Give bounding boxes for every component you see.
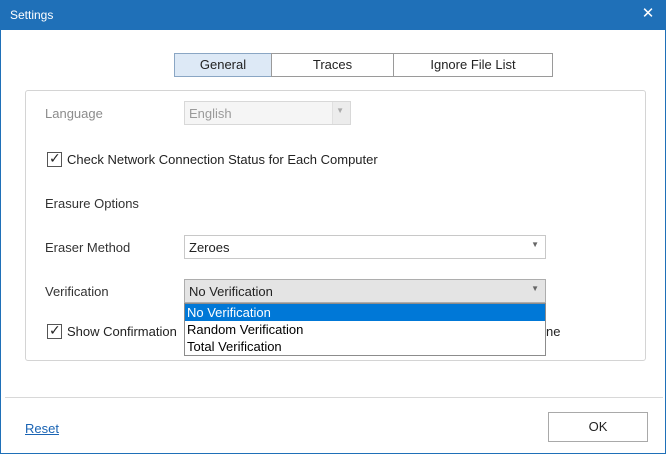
check-icon: ✓	[49, 322, 61, 338]
chevron-down-icon: ▼	[531, 240, 539, 249]
footer-divider	[5, 397, 663, 398]
show-confirmation-label[interactable]: Show Confirmation	[67, 324, 177, 339]
eraser-method-value: Zeroes	[189, 240, 230, 255]
tab-general[interactable]: General	[174, 53, 272, 77]
eraser-method-select[interactable]: Zeroes ▼	[184, 235, 546, 259]
chevron-down-icon: ▼	[531, 284, 539, 293]
option-total-verification[interactable]: Total Verification	[185, 338, 545, 355]
tab-ignore-file-list[interactable]: Ignore File List	[393, 53, 553, 77]
close-icon[interactable]: ✕	[639, 5, 657, 23]
eraser-method-label: Eraser Method	[45, 240, 131, 255]
erasure-options-heading: Erasure Options	[45, 196, 139, 211]
title-bar: Settings ✕	[1, 1, 665, 30]
reset-link[interactable]: Reset	[25, 421, 59, 436]
check-network-checkbox[interactable]: ✓	[47, 150, 62, 167]
window-title: Settings	[10, 8, 54, 22]
language-value: English	[189, 106, 232, 121]
verification-label: Verification	[45, 284, 109, 299]
ok-button[interactable]: OK	[548, 412, 648, 442]
tab-traces[interactable]: Traces	[271, 53, 394, 77]
language-label: Language	[45, 106, 103, 121]
verification-select[interactable]: No Verification ▼	[184, 279, 546, 303]
check-icon: ✓	[49, 150, 61, 166]
chevron-down-icon: ▼	[336, 106, 344, 115]
option-random-verification[interactable]: Random Verification	[185, 321, 545, 338]
check-network-label[interactable]: Check Network Connection Status for Each…	[67, 152, 378, 167]
tab-bar: General Traces Ignore File List	[174, 53, 553, 77]
show-confirmation-label-end: ne	[546, 324, 561, 339]
verification-value: No Verification	[189, 284, 273, 299]
option-no-verification[interactable]: No Verification	[185, 304, 545, 321]
show-confirmation-checkbox[interactable]: ✓	[47, 322, 62, 339]
language-select: English ▼	[184, 101, 351, 125]
verification-dropdown-list: No Verification Random Verification Tota…	[184, 303, 546, 356]
settings-dialog: Settings ✕ General Traces Ignore File Li…	[0, 0, 666, 454]
